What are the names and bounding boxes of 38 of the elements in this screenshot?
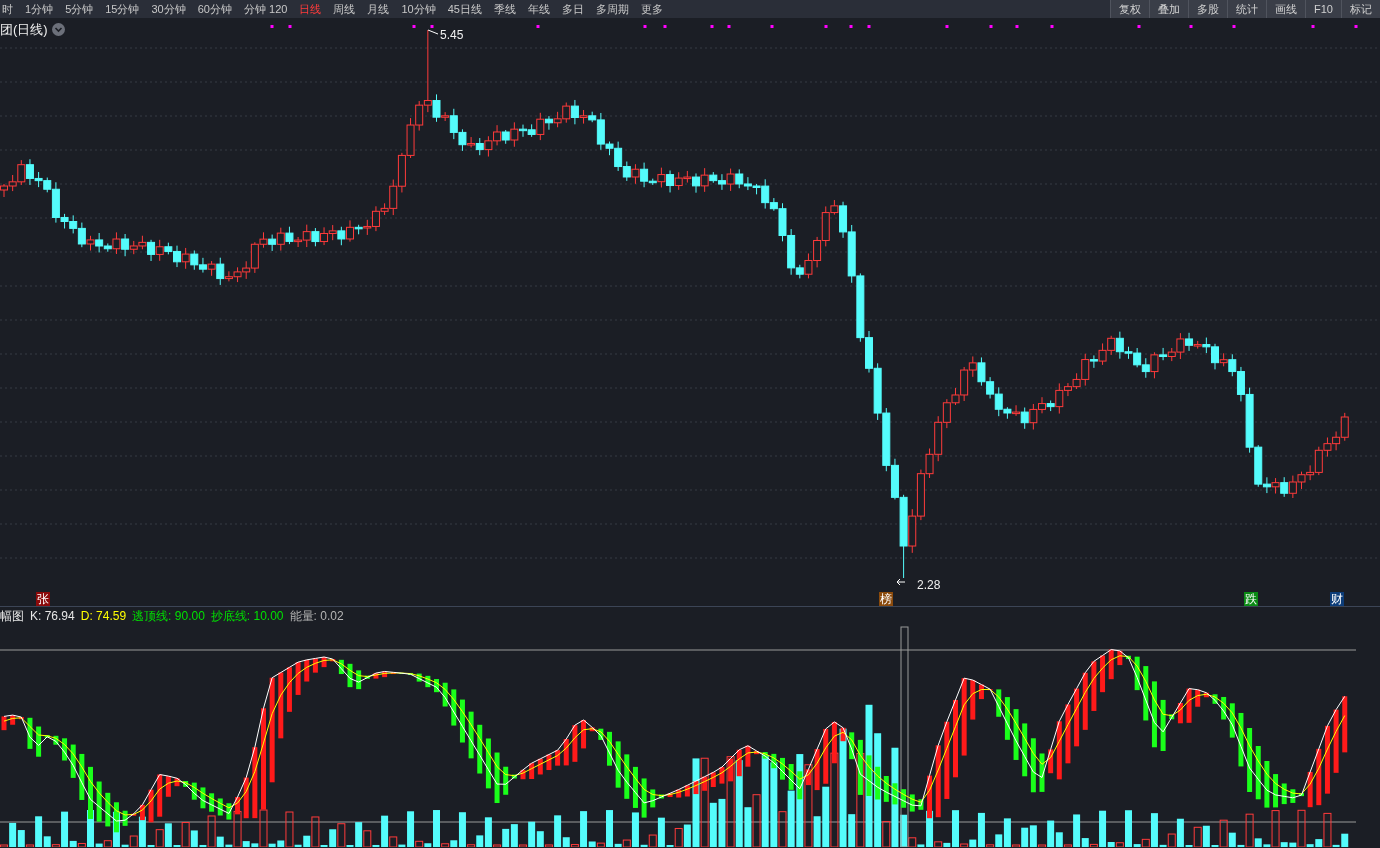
period-tab[interactable]: 45日线 xyxy=(447,0,482,18)
period-tab[interactable]: 日线 xyxy=(299,0,322,18)
period-tab[interactable]: 1分钟 xyxy=(25,0,54,18)
toolbar-button[interactable]: 统计 xyxy=(1227,0,1267,18)
toolbar-button[interactable]: 画线 xyxy=(1266,0,1306,18)
toolbar-button[interactable]: 标记 xyxy=(1341,0,1380,18)
toolbar-button[interactable]: 多股 xyxy=(1188,0,1228,18)
toolbar-button[interactable]: F10 xyxy=(1305,0,1341,18)
price-label: 2.28 xyxy=(917,577,941,594)
period-tab[interactable]: 分钟 120 xyxy=(244,0,288,18)
event-marker[interactable]: 财 xyxy=(1330,592,1344,606)
legend-item: 能量: 0.02 xyxy=(289,608,344,625)
legend-item: K: 76.94 xyxy=(30,608,75,625)
period-tab[interactable]: 多日 xyxy=(561,0,584,18)
period-tab[interactable]: 30分钟 xyxy=(151,0,186,18)
period-tab[interactable]: 更多 xyxy=(640,0,663,18)
legend-item: D: 74.59 xyxy=(80,608,127,625)
period-tab[interactable]: 5分钟 xyxy=(65,0,94,18)
event-marker[interactable]: 榜 xyxy=(879,592,893,606)
indicator-name: 幅图 xyxy=(0,608,24,625)
event-marker[interactable]: 跌 xyxy=(1244,592,1258,606)
chevron-down-icon[interactable] xyxy=(51,23,65,37)
period-tab[interactable]: 多周期 xyxy=(595,0,629,18)
event-marker[interactable]: 张 xyxy=(36,592,50,606)
toolbar-button[interactable]: 叠加 xyxy=(1149,0,1189,18)
period-tab[interactable]: 时 xyxy=(2,0,13,18)
period-tab[interactable]: 月线 xyxy=(367,0,390,18)
period-tab[interactable]: 年线 xyxy=(527,0,550,18)
period-tab[interactable]: 60分钟 xyxy=(197,0,232,18)
chart-title: 团(日线) xyxy=(0,21,48,39)
period-tab[interactable]: 周线 xyxy=(333,0,356,18)
legend-item: 抄底线: 10.00 xyxy=(210,608,284,625)
period-tab[interactable]: 15分钟 xyxy=(105,0,140,18)
period-tab[interactable]: 10分钟 xyxy=(401,0,436,18)
legend-item: 逃顶线: 90.00 xyxy=(132,608,205,625)
price-label: 5.45 xyxy=(440,27,464,44)
toolbar-button[interactable]: 复权 xyxy=(1110,0,1150,18)
period-tab[interactable]: 季线 xyxy=(493,0,516,18)
